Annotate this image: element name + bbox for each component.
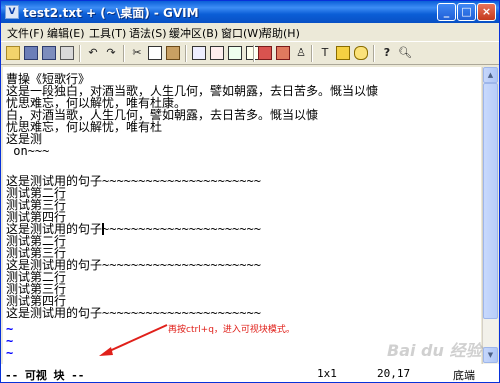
load-session-icon[interactable]	[257, 45, 273, 61]
find-icon[interactable]	[191, 45, 207, 61]
find-next-icon[interactable]	[227, 45, 243, 61]
window-title: test2.txt + (~\桌面) - GVIM	[23, 6, 199, 20]
copy-icon[interactable]	[147, 45, 163, 61]
print-icon[interactable]	[59, 45, 75, 61]
status-bar: -- 可视 块 -- 1x1 20,17 底端	[1, 364, 499, 382]
empty-line-marker: ~	[6, 346, 14, 360]
title-bar[interactable]: V test2.txt + (~\桌面) - GVIM _ □ ×	[1, 1, 499, 23]
menu-edit[interactable]: 编辑(E)	[47, 25, 85, 41]
gvim-window: V test2.txt + (~\桌面) - GVIM _ □ × 文件(F) …	[0, 0, 500, 383]
scroll-thumb[interactable]	[483, 83, 498, 319]
save-all-icon[interactable]	[41, 45, 57, 61]
cursor-position: 20,17	[377, 367, 411, 380]
open-icon[interactable]	[5, 45, 21, 61]
text-line: 这是测试用的句子~~~~~~~~~~~~~~~~~~~~~~	[6, 306, 261, 320]
toolbar-separator	[79, 45, 81, 62]
find-help-icon[interactable]: 🔍︎	[397, 45, 413, 61]
save-session-icon[interactable]	[275, 45, 291, 61]
menu-buffers[interactable]: 缓冲区(B)	[169, 25, 218, 41]
replace-icon[interactable]	[209, 45, 225, 61]
close-button[interactable]: ×	[477, 3, 496, 21]
vertical-scrollbar[interactable]: ▲ ▼	[482, 67, 498, 364]
annotation-note: 再按ctrl+q，进入可视块模式。	[168, 325, 295, 335]
toolbar-separator	[311, 45, 313, 62]
menu-tools[interactable]: 工具(T)	[89, 25, 126, 41]
maximize-button[interactable]: □	[457, 3, 476, 21]
scroll-down-button[interactable]: ▼	[483, 347, 498, 363]
editor-text-area[interactable]: 曹操《短歌行》 这是一段独白，对酒当歌，人生几何，譬如朝露，去日苦多。慨当以慷 …	[3, 67, 481, 364]
text-cursor	[102, 223, 104, 235]
menu-file[interactable]: 文件(F)	[7, 25, 44, 41]
menu-window[interactable]: 窗口(W)	[221, 25, 262, 41]
mode-indicator: -- 可视 块 --	[5, 369, 85, 382]
menu-bar: 文件(F) 编辑(E) 工具(T) 语法(S) 缓冲区(B) 窗口(W) 帮助(…	[1, 23, 499, 41]
toolbar-separator	[253, 45, 255, 62]
make-icon[interactable]: 𝖳	[317, 45, 333, 61]
menu-syntax[interactable]: 语法(S)	[129, 25, 167, 41]
menu-help[interactable]: 帮助(H)	[261, 25, 300, 41]
paste-icon[interactable]	[165, 45, 181, 61]
scroll-position: 底端	[453, 369, 475, 382]
minimize-button[interactable]: _	[437, 3, 456, 21]
toolbar-separator	[373, 45, 375, 62]
watermark-logo: Bai du 经验	[387, 341, 482, 360]
help-icon[interactable]: ?	[379, 45, 395, 61]
selection-size: 1x1	[317, 367, 337, 380]
ctags-icon[interactable]	[335, 45, 351, 61]
cursor-block	[102, 223, 104, 235]
undo-icon[interactable]: ↶	[85, 45, 101, 61]
cut-icon[interactable]: ✂	[129, 45, 145, 61]
text-line: on~~~	[6, 144, 50, 158]
toolbar-separator	[123, 45, 125, 62]
toolbar-separator	[185, 45, 187, 62]
annotation-arrow-icon	[99, 324, 168, 356]
jump-tag-icon[interactable]	[353, 45, 369, 61]
toolbar: ↶ ↷ ✂ ♙ 𝖳 ? 🔍︎	[1, 41, 499, 65]
vim-app-icon: V	[5, 5, 19, 19]
redo-icon[interactable]: ↷	[103, 45, 119, 61]
run-script-icon[interactable]: ♙	[293, 45, 309, 61]
scroll-up-button[interactable]: ▲	[483, 67, 498, 83]
save-icon[interactable]	[23, 45, 39, 61]
